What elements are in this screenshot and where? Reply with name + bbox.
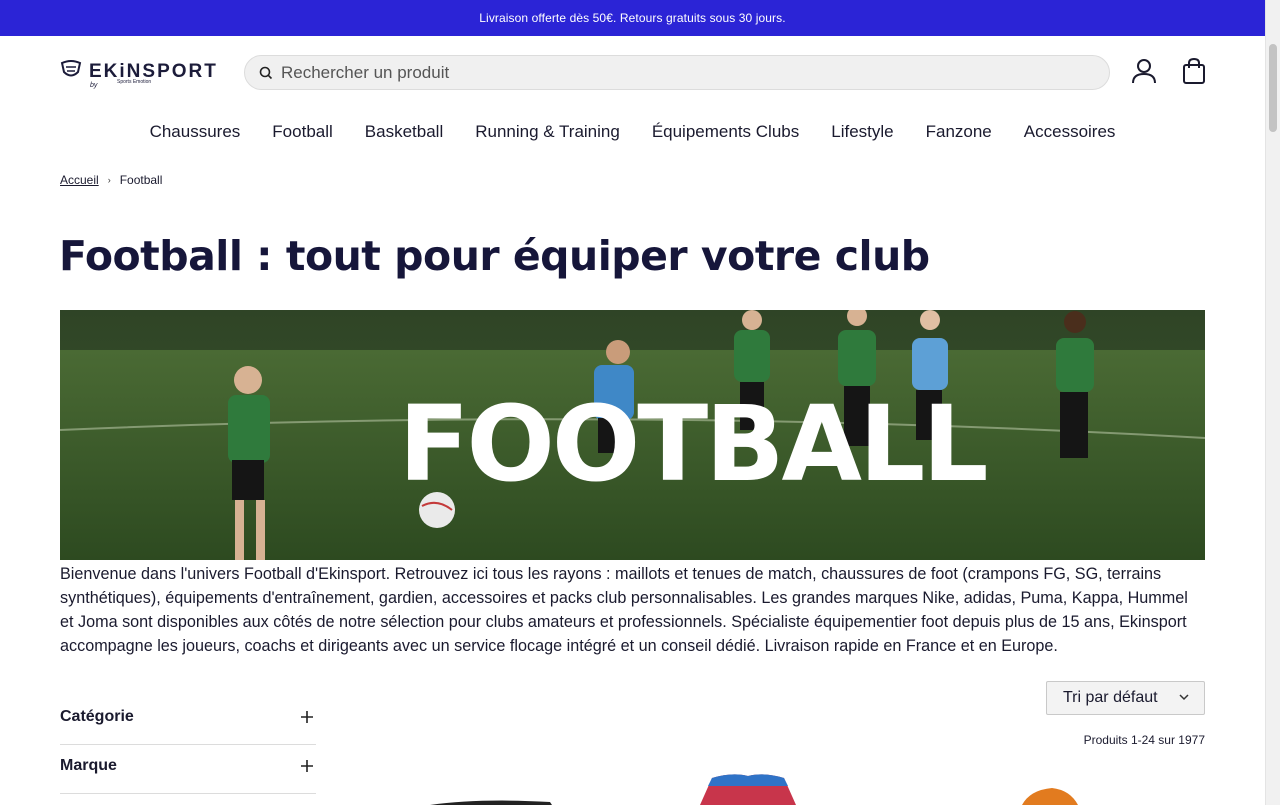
logo-by: by xyxy=(90,82,98,89)
breadcrumb-home-link[interactable]: Accueil xyxy=(60,173,99,187)
product-count: Produits 1-24 sur 1977 xyxy=(1083,733,1205,747)
breadcrumb-current: Football xyxy=(119,173,163,187)
nav-item-basketball[interactable]: Basketball xyxy=(365,120,443,146)
sort-label: Tri par défaut xyxy=(1063,689,1158,706)
filter-facet-categorie[interactable]: Catégorie xyxy=(60,696,316,745)
facet-label: Catégorie xyxy=(60,708,134,725)
promo-bar: Livraison offerte dès 50€. Retours gratu… xyxy=(0,0,1265,36)
intro-text: Bienvenue dans l'univers Football d'Ekin… xyxy=(60,565,1188,655)
filter-facet-marque[interactable]: Marque xyxy=(60,745,316,794)
search-icon xyxy=(259,66,273,80)
chevron-down-icon xyxy=(1179,694,1189,701)
logo[interactable]: EKiNSPORT by Sports Emotion xyxy=(60,58,222,94)
product-grid-peek xyxy=(340,768,1205,805)
hero-image: FOOTBALL xyxy=(60,310,1205,560)
main-nav: Chaussures Football Basketball Running &… xyxy=(0,120,1265,146)
nav-item-fanzone[interactable]: Fanzone xyxy=(926,120,992,146)
plus-icon xyxy=(301,760,313,772)
cart-button[interactable] xyxy=(1180,57,1210,87)
search-input[interactable] xyxy=(281,62,1081,84)
product-thumb-1 xyxy=(430,800,552,805)
nav-item-equipements-clubs[interactable]: Équipements Clubs xyxy=(652,120,799,146)
logo-wordmark: EKiNSPORT xyxy=(89,61,218,82)
promo-text: Livraison offerte dès 50€. Retours gratu… xyxy=(479,11,786,25)
account-button[interactable] xyxy=(1130,57,1160,87)
facet-label: Marque xyxy=(60,757,117,774)
breadcrumb: Accueil › Football xyxy=(60,173,162,187)
bag-icon xyxy=(1183,57,1205,84)
nav-item-lifestyle[interactable]: Lifestyle xyxy=(831,120,893,146)
logo-shield-icon xyxy=(60,60,82,77)
plus-icon xyxy=(301,711,313,723)
hero-banner: FOOTBALL xyxy=(60,310,1205,560)
breadcrumb-chevron-icon: › xyxy=(107,175,111,185)
page-title: Football : tout pour équiper votre club xyxy=(59,232,930,280)
product-thumb-2 xyxy=(700,774,796,805)
sort-select[interactable]: Tri par défaut xyxy=(1046,681,1205,715)
logo-subtext: Sports Emotion xyxy=(117,79,152,85)
scrollbar[interactable] xyxy=(1265,0,1280,805)
product-thumb-3 xyxy=(1022,788,1078,805)
hero-text: FOOTBALL xyxy=(398,383,986,505)
account-icon xyxy=(1132,59,1156,84)
nav-item-football[interactable]: Football xyxy=(272,120,332,146)
search-bar[interactable] xyxy=(244,55,1110,90)
nav-item-chaussures[interactable]: Chaussures xyxy=(150,120,241,146)
scrollbar-thumb[interactable] xyxy=(1269,44,1277,132)
nav-item-accessoires[interactable]: Accessoires xyxy=(1024,120,1116,146)
header: EKiNSPORT by Sports Emotion xyxy=(60,55,1206,91)
nav-item-running-training[interactable]: Running & Training xyxy=(475,120,620,146)
